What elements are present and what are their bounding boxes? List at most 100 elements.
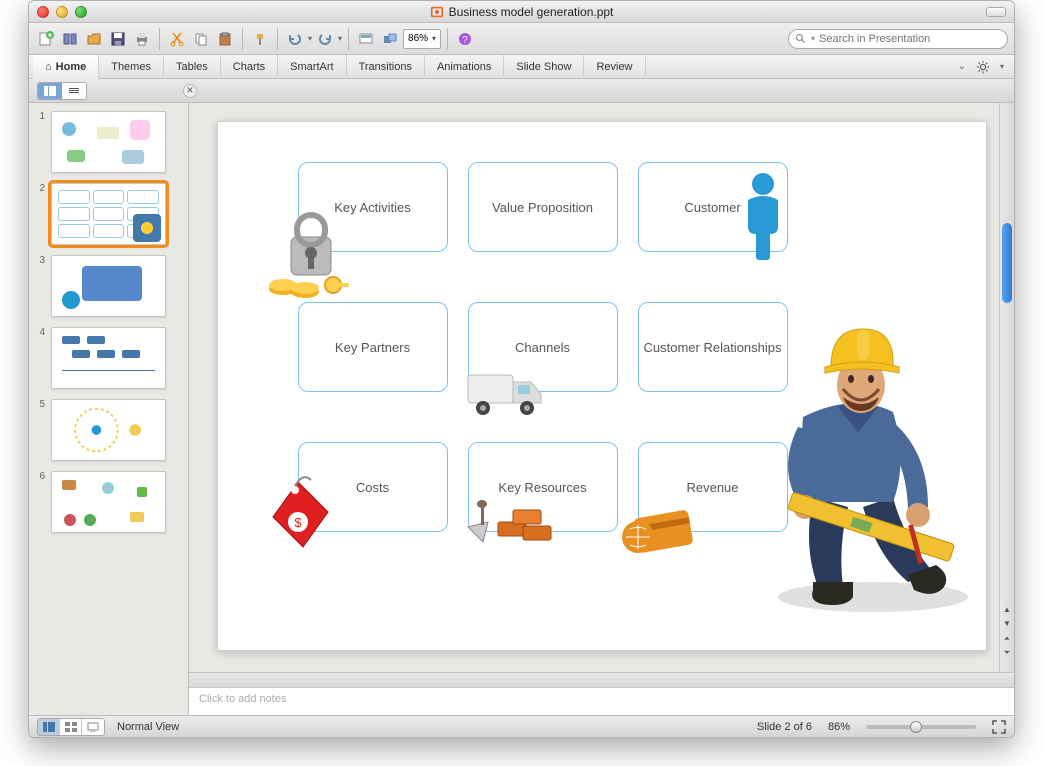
slide-thumbnail-1[interactable] [51,111,166,173]
slide-indicator: Slide 2 of 6 [757,721,812,733]
undo-button[interactable] [284,28,306,50]
status-zoom-label: 86% [828,721,850,733]
slide-thumbnail-3[interactable] [51,255,166,317]
new-button[interactable] [35,28,57,50]
tab-smartart[interactable]: SmartArt [278,55,346,79]
cut-button[interactable] [166,28,188,50]
card-label: Customer [684,200,740,215]
main-toolbar: ▾ ▾ 86% ▾ ? ▾ [29,23,1014,55]
scroll-down-icon[interactable]: ▼ [1003,619,1011,628]
help-button[interactable]: ? [454,28,476,50]
zoom-window-button[interactable] [75,6,87,18]
zoom-slider[interactable] [866,725,976,729]
fit-to-window-button[interactable] [992,720,1006,734]
card-label: Key Partners [335,340,410,355]
view-buttons [37,718,105,736]
collapse-ribbon-button[interactable]: ⌄ [958,61,966,72]
thumb-num: 3 [35,255,45,266]
zoom-value: 86% [408,33,428,44]
next-slide-icon[interactable]: ⏷ [1004,648,1010,658]
lock-coins-icon [263,207,353,302]
thumbnail-grid-button[interactable] [38,83,62,99]
app-window: Business model generation.ppt ▾ ▾ 86% ▾ … [28,0,1015,738]
slide-thumbnail-4[interactable] [51,327,166,389]
slide[interactable]: Key Activities Value Proposition Custome… [217,121,987,651]
notes-pane[interactable]: Click to add notes [189,687,1014,715]
window-title-text: Business model generation.ppt [449,5,614,19]
arrange-button[interactable] [379,28,401,50]
tab-label: Slide Show [516,61,571,73]
toolbar-toggle-button[interactable] [986,7,1006,17]
prev-slide-icon[interactable]: ⏶ [1004,634,1010,644]
vertical-scrollbar[interactable]: ▲ ▼ ⏶ ⏷ [999,103,1014,672]
card-key-partners[interactable]: Key Partners [298,302,448,392]
thumb-num: 4 [35,327,45,338]
outline-button[interactable] [62,83,86,99]
slide-thumbnails[interactable]: 1 2 3 4 [29,103,189,715]
template-button[interactable] [59,28,81,50]
outline-icon [69,88,79,93]
slideshow-view-button[interactable] [82,719,104,735]
open-button[interactable] [83,28,105,50]
construction-worker-icon [743,297,988,617]
thumbnail-view-toggle [37,82,87,100]
tab-themes[interactable]: Themes [99,55,164,79]
zoom-combobox[interactable]: 86% ▾ [403,29,441,49]
copy-button[interactable] [190,28,212,50]
horizontal-scrollbar[interactable] [189,672,1014,687]
minimize-window-button[interactable] [56,6,68,18]
svg-text:?: ? [462,35,468,46]
save-button[interactable] [107,28,129,50]
card-label: Value Proposition [492,200,593,215]
home-icon: ⌂ [45,61,52,73]
tab-charts[interactable]: Charts [221,55,278,79]
tab-transitions[interactable]: Transitions [347,55,425,79]
panel-header: ✕ [29,79,1014,103]
slideshow-button[interactable] [355,28,377,50]
tab-animations[interactable]: Animations [425,55,504,79]
thumb-num: 6 [35,471,45,482]
tab-home[interactable]: ⌂ Home [33,55,99,79]
card-label: Costs [356,480,389,495]
paste-button[interactable] [214,28,236,50]
search-field[interactable]: ▾ [788,29,1008,49]
scroll-up-icon[interactable]: ▲ [1003,605,1011,614]
notes-placeholder: Click to add notes [199,693,286,705]
redo-dropdown-icon[interactable]: ▾ [338,34,342,43]
slide-thumbnail-6[interactable] [51,471,166,533]
slide-thumbnail-5[interactable] [51,399,166,461]
search-dropdown-icon: ▾ [811,34,815,43]
print-button[interactable] [131,28,153,50]
credit-card-globe-icon [618,502,698,562]
tab-home-label: Home [56,61,87,73]
thumb-num: 2 [35,183,45,194]
price-tag-icon: $ [263,472,343,557]
view-mode-label: Normal View [117,721,179,733]
gear-icon[interactable] [976,60,990,74]
person-icon [738,172,788,262]
thumb-num: 5 [35,399,45,410]
format-painter-button[interactable] [249,28,271,50]
main-area: 1 2 3 4 [29,103,1014,715]
tab-review[interactable]: Review [584,55,645,79]
thumb-num: 1 [35,111,45,122]
slide-thumbnail-2[interactable] [51,183,166,245]
tab-tables[interactable]: Tables [164,55,221,79]
scrollbar-thumb[interactable] [1002,223,1012,303]
tab-slideshow[interactable]: Slide Show [504,55,584,79]
slides-pane-icon [44,86,56,96]
ribbon-tabs: ⌂ Home Themes Tables Charts SmartArt Tran… [29,55,1014,79]
undo-dropdown-icon[interactable]: ▾ [308,34,312,43]
chevron-down-icon: ▾ [432,34,436,43]
titlebar: Business model generation.ppt [29,1,1014,23]
truck-icon [463,370,548,420]
card-value-proposition[interactable]: Value Proposition [468,162,618,252]
tab-label: Tables [176,61,208,73]
search-input[interactable] [819,33,1001,45]
close-window-button[interactable] [37,6,49,18]
sorter-view-button[interactable] [60,719,82,735]
normal-view-button[interactable] [38,719,60,735]
redo-button[interactable] [314,28,336,50]
tab-label: SmartArt [290,61,333,73]
close-panel-button[interactable]: ✕ [183,84,197,98]
